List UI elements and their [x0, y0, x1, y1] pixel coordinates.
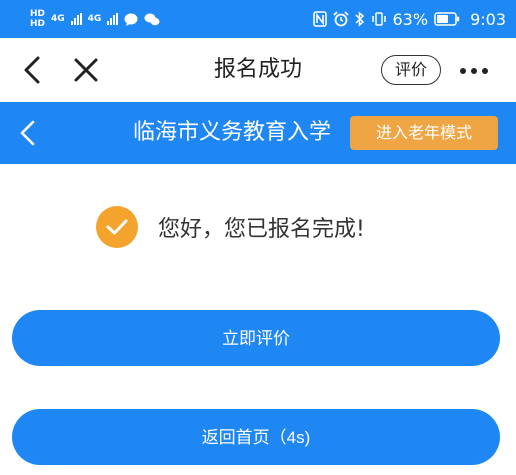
check-icon	[96, 206, 138, 248]
close-icon[interactable]	[72, 56, 100, 84]
network-label-2: 4G	[87, 13, 102, 24]
vibrate-icon	[371, 12, 386, 26]
success-message: 您好，您已报名完成!	[96, 206, 365, 248]
header-title: 临海市义务教育入学	[133, 120, 332, 145]
alarm-icon	[332, 11, 349, 27]
nav-bar: 报名成功 评价	[0, 38, 516, 102]
battery-icon	[434, 12, 460, 26]
back-arrow-icon[interactable]	[18, 54, 46, 86]
rate-now-button[interactable]: 立即评价	[12, 310, 500, 366]
battery-percent: 63%	[392, 9, 429, 29]
nfc-icon	[312, 11, 327, 27]
clock: 9:03	[470, 9, 506, 29]
header-back-icon[interactable]	[16, 119, 38, 147]
network-label-1: 4G	[51, 13, 65, 24]
hd-label-2: HD	[30, 18, 46, 29]
bluetooth-icon	[354, 11, 364, 27]
rate-button[interactable]: 评价	[381, 55, 441, 85]
status-left: HD HD 4G 4G	[30, 8, 160, 29]
page-header: 临海市义务教育入学 进入老年模式	[0, 102, 516, 164]
wechat-icon	[144, 13, 160, 25]
status-right: 63% 9:03	[312, 9, 506, 29]
status-bar: HD HD 4G 4G 63% 9:03	[0, 0, 516, 38]
chat-bubble-icon	[124, 13, 138, 26]
elder-mode-button[interactable]: 进入老年模式	[350, 116, 498, 150]
signal-icon-2	[107, 13, 119, 25]
back-home-button[interactable]: 返回首页（4s)	[12, 409, 500, 465]
hd-indicators: HD HD	[30, 8, 46, 29]
hd-label-1: HD	[30, 8, 46, 19]
more-options-icon[interactable]	[460, 68, 488, 74]
success-text: 您好，您已报名完成!	[158, 217, 365, 242]
signal-icon	[70, 13, 82, 25]
